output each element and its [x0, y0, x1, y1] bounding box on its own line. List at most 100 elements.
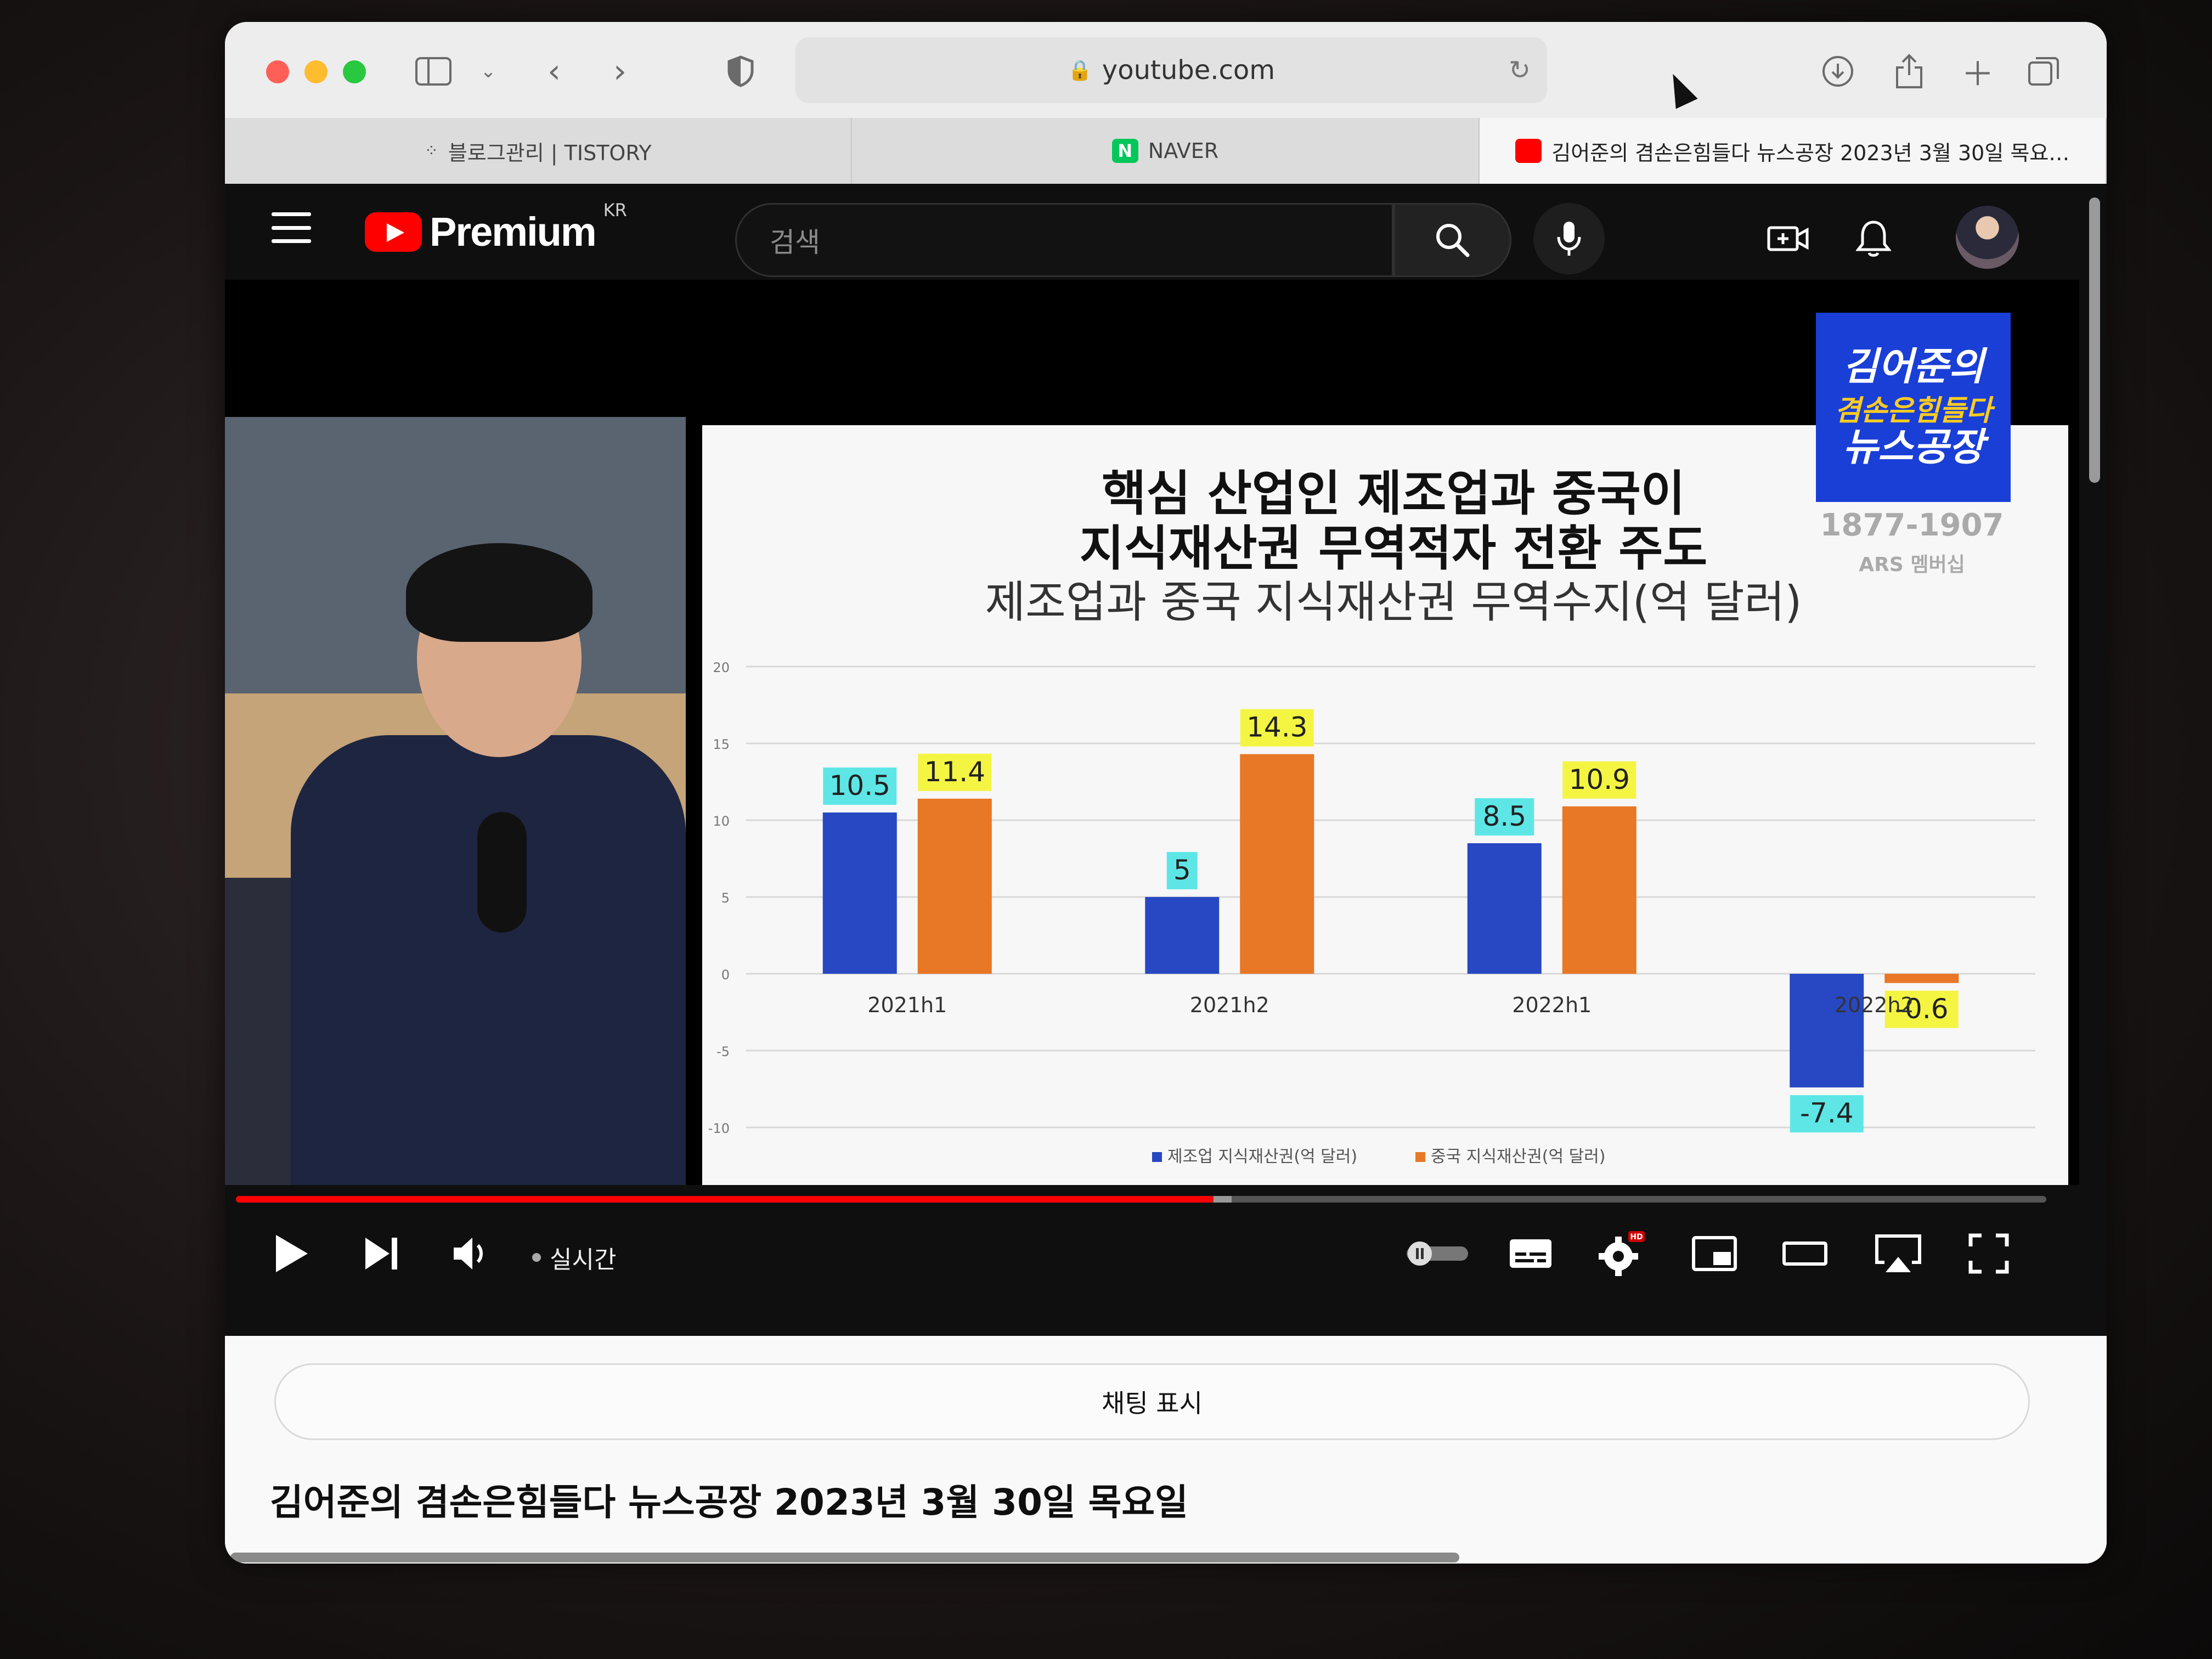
vertical-scrollbar[interactable]: [2089, 198, 2100, 483]
create-video-button[interactable]: [1761, 211, 1816, 266]
chat-button-label: 채팅 표시: [1102, 1389, 1203, 1418]
autoplay-toggle[interactable]: [1396, 1223, 1479, 1284]
search-icon: [1436, 223, 1469, 257]
search-placeholder: 검색: [770, 226, 820, 258]
settings-button[interactable]: HD: [1585, 1223, 1657, 1284]
sidebar-toggle-icon[interactable]: [411, 49, 455, 93]
lock-icon: 🔒: [1067, 59, 1092, 82]
y-tick-label: 15: [713, 737, 730, 752]
theater-mode-button[interactable]: [1769, 1223, 1841, 1284]
legend-label: 제조업 지식재산권(억 달러): [1167, 1147, 1357, 1166]
bar: [822, 812, 897, 974]
address-bar[interactable]: 🔒 youtube.com ↻: [795, 37, 1547, 103]
bar: [1145, 897, 1220, 974]
back-button[interactable]: ‹: [532, 49, 576, 93]
close-window-button[interactable]: [266, 60, 289, 83]
tistory-icon: ⁘: [424, 141, 438, 161]
video-camera-feed: [225, 417, 686, 1185]
tab-tistory[interactable]: ⁘ 블로그관리 | TISTORY: [225, 118, 853, 184]
forward-button[interactable]: ›: [598, 49, 642, 93]
y-tick-label: 20: [713, 660, 730, 675]
tab-label: 블로그관리 | TISTORY: [448, 140, 652, 165]
badge-line3: 뉴스공장: [1842, 425, 1984, 470]
bar: [1562, 806, 1637, 974]
tab-overview-icon[interactable]: [2022, 49, 2066, 93]
live-indicator: 실시간: [532, 1240, 616, 1275]
miniplayer-button[interactable]: [1679, 1223, 1750, 1284]
channel-badge: 김어준의 겸손은힘들다 뉴스공장: [1816, 313, 2011, 502]
tab-bar: ⁘ 블로그관리 | TISTORY N NAVER 김어준의 겸손은힘들다 뉴스…: [225, 118, 2107, 184]
legend-label: 중국 지식재산권(억 달러): [1431, 1147, 1605, 1166]
tab-label: NAVER: [1148, 139, 1219, 163]
browser-toolbar: ⌄ ‹ › 🔒 youtube.com ↻ ＋: [225, 22, 2107, 118]
youtube-play-icon: [365, 212, 422, 252]
menu-icon[interactable]: [272, 212, 311, 243]
video-title: 김어준의 겸손은힘들다 뉴스공장 2023년 3월 30일 목요일: [270, 1481, 1188, 1523]
logo-text: Premium: [430, 209, 597, 255]
data-label: 10.5: [830, 770, 890, 802]
browser-window: ⌄ ‹ › 🔒 youtube.com ↻ ＋ ⁘ 블로그관리 | TISTOR…: [225, 22, 2107, 1564]
bar: [1240, 754, 1314, 974]
badge-line1: 김어준의: [1842, 344, 1984, 390]
notifications-button[interactable]: [1846, 211, 1901, 266]
bell-icon: [1856, 221, 1891, 257]
bar: [917, 798, 992, 974]
miniplayer-icon: [1692, 1236, 1737, 1271]
category-label: 2022h2: [1835, 993, 1914, 1017]
voice-search-button[interactable]: [1533, 203, 1605, 274]
youtube-logo[interactable]: Premium KR: [365, 200, 627, 255]
data-label: 14.3: [1246, 712, 1307, 743]
y-tick-label: 0: [721, 967, 730, 983]
progress-bar[interactable]: [236, 1196, 2046, 1203]
horizontal-scrollbar[interactable]: [230, 1553, 1459, 1562]
volume-icon: [454, 1238, 483, 1269]
data-label: 8.5: [1482, 800, 1526, 832]
chart-subtitle: 제조업과 중국 지식재산권 무역수지(억 달러): [985, 577, 1802, 628]
play-button[interactable]: [258, 1223, 324, 1284]
y-tick-label: 10: [713, 814, 730, 829]
subtitles-icon: [1510, 1239, 1551, 1268]
maximize-window-button[interactable]: [343, 60, 366, 83]
share-icon[interactable]: [1887, 49, 1931, 93]
subtitles-button[interactable]: [1495, 1223, 1566, 1284]
reload-icon[interactable]: ↻: [1509, 55, 1531, 86]
y-tick-label: -10: [708, 1121, 730, 1136]
category-label: 2021h1: [867, 993, 947, 1017]
hd-badge: HD: [1630, 1233, 1643, 1242]
new-tab-icon[interactable]: ＋: [1956, 49, 2000, 94]
theater-icon: [1782, 1242, 1827, 1266]
volume-button[interactable]: [439, 1223, 505, 1284]
progress-buffered: [1214, 1196, 1232, 1203]
search-input[interactable]: 검색: [735, 203, 1393, 277]
minimize-window-button[interactable]: [304, 60, 328, 83]
chart-title-line2: 지식재산권 무역적자 전환 주도: [1080, 520, 1707, 577]
data-label: 11.4: [924, 756, 985, 788]
progress-played: [236, 1196, 1214, 1203]
live-dot: [532, 1253, 541, 1262]
badge-phone: 1877-1907: [1820, 507, 2004, 543]
chevron-down-icon[interactable]: ⌄: [466, 49, 510, 93]
fullscreen-button[interactable]: [1953, 1223, 2024, 1284]
tab-naver[interactable]: N NAVER: [852, 118, 1480, 184]
tab-label: 김어준의 겸손은힘들다 뉴스공장 2023년 3월 30일 목요…: [1551, 140, 2070, 165]
data-label: -7.4: [1800, 1097, 1854, 1129]
youtube-header: Premium KR 검색: [225, 184, 2107, 280]
microphone-icon: [1557, 222, 1581, 256]
account-avatar[interactable]: [1956, 206, 2019, 269]
tab-youtube[interactable]: 김어준의 겸손은힘들다 뉴스공장 2023년 3월 30일 목요…: [1479, 118, 2107, 184]
search-button[interactable]: [1393, 203, 1511, 277]
cast-button[interactable]: [1863, 1223, 1934, 1284]
youtube-page: Premium KR 검색 핵심 산업인 제조업과 중국이 지식재산권 무역적자…: [225, 184, 2107, 1336]
privacy-shield-icon[interactable]: [719, 49, 763, 93]
badge-ars: ARS 멤버십: [1859, 554, 1965, 576]
video-player[interactable]: 핵심 산업인 제조업과 중국이 지식재산권 무역적자 전환 주도 제조업과 중국…: [225, 280, 2079, 1185]
category-label: 2022h1: [1512, 993, 1592, 1017]
category-label: 2021h2: [1190, 993, 1269, 1017]
skip-next-icon: [365, 1238, 397, 1269]
bar: [1790, 974, 1864, 1088]
next-button[interactable]: [348, 1223, 414, 1284]
downloads-icon[interactable]: [1816, 49, 1860, 93]
y-tick-label: 5: [721, 890, 730, 906]
show-chat-button[interactable]: 채팅 표시: [274, 1363, 2030, 1440]
airplay-icon: [1875, 1234, 1921, 1272]
